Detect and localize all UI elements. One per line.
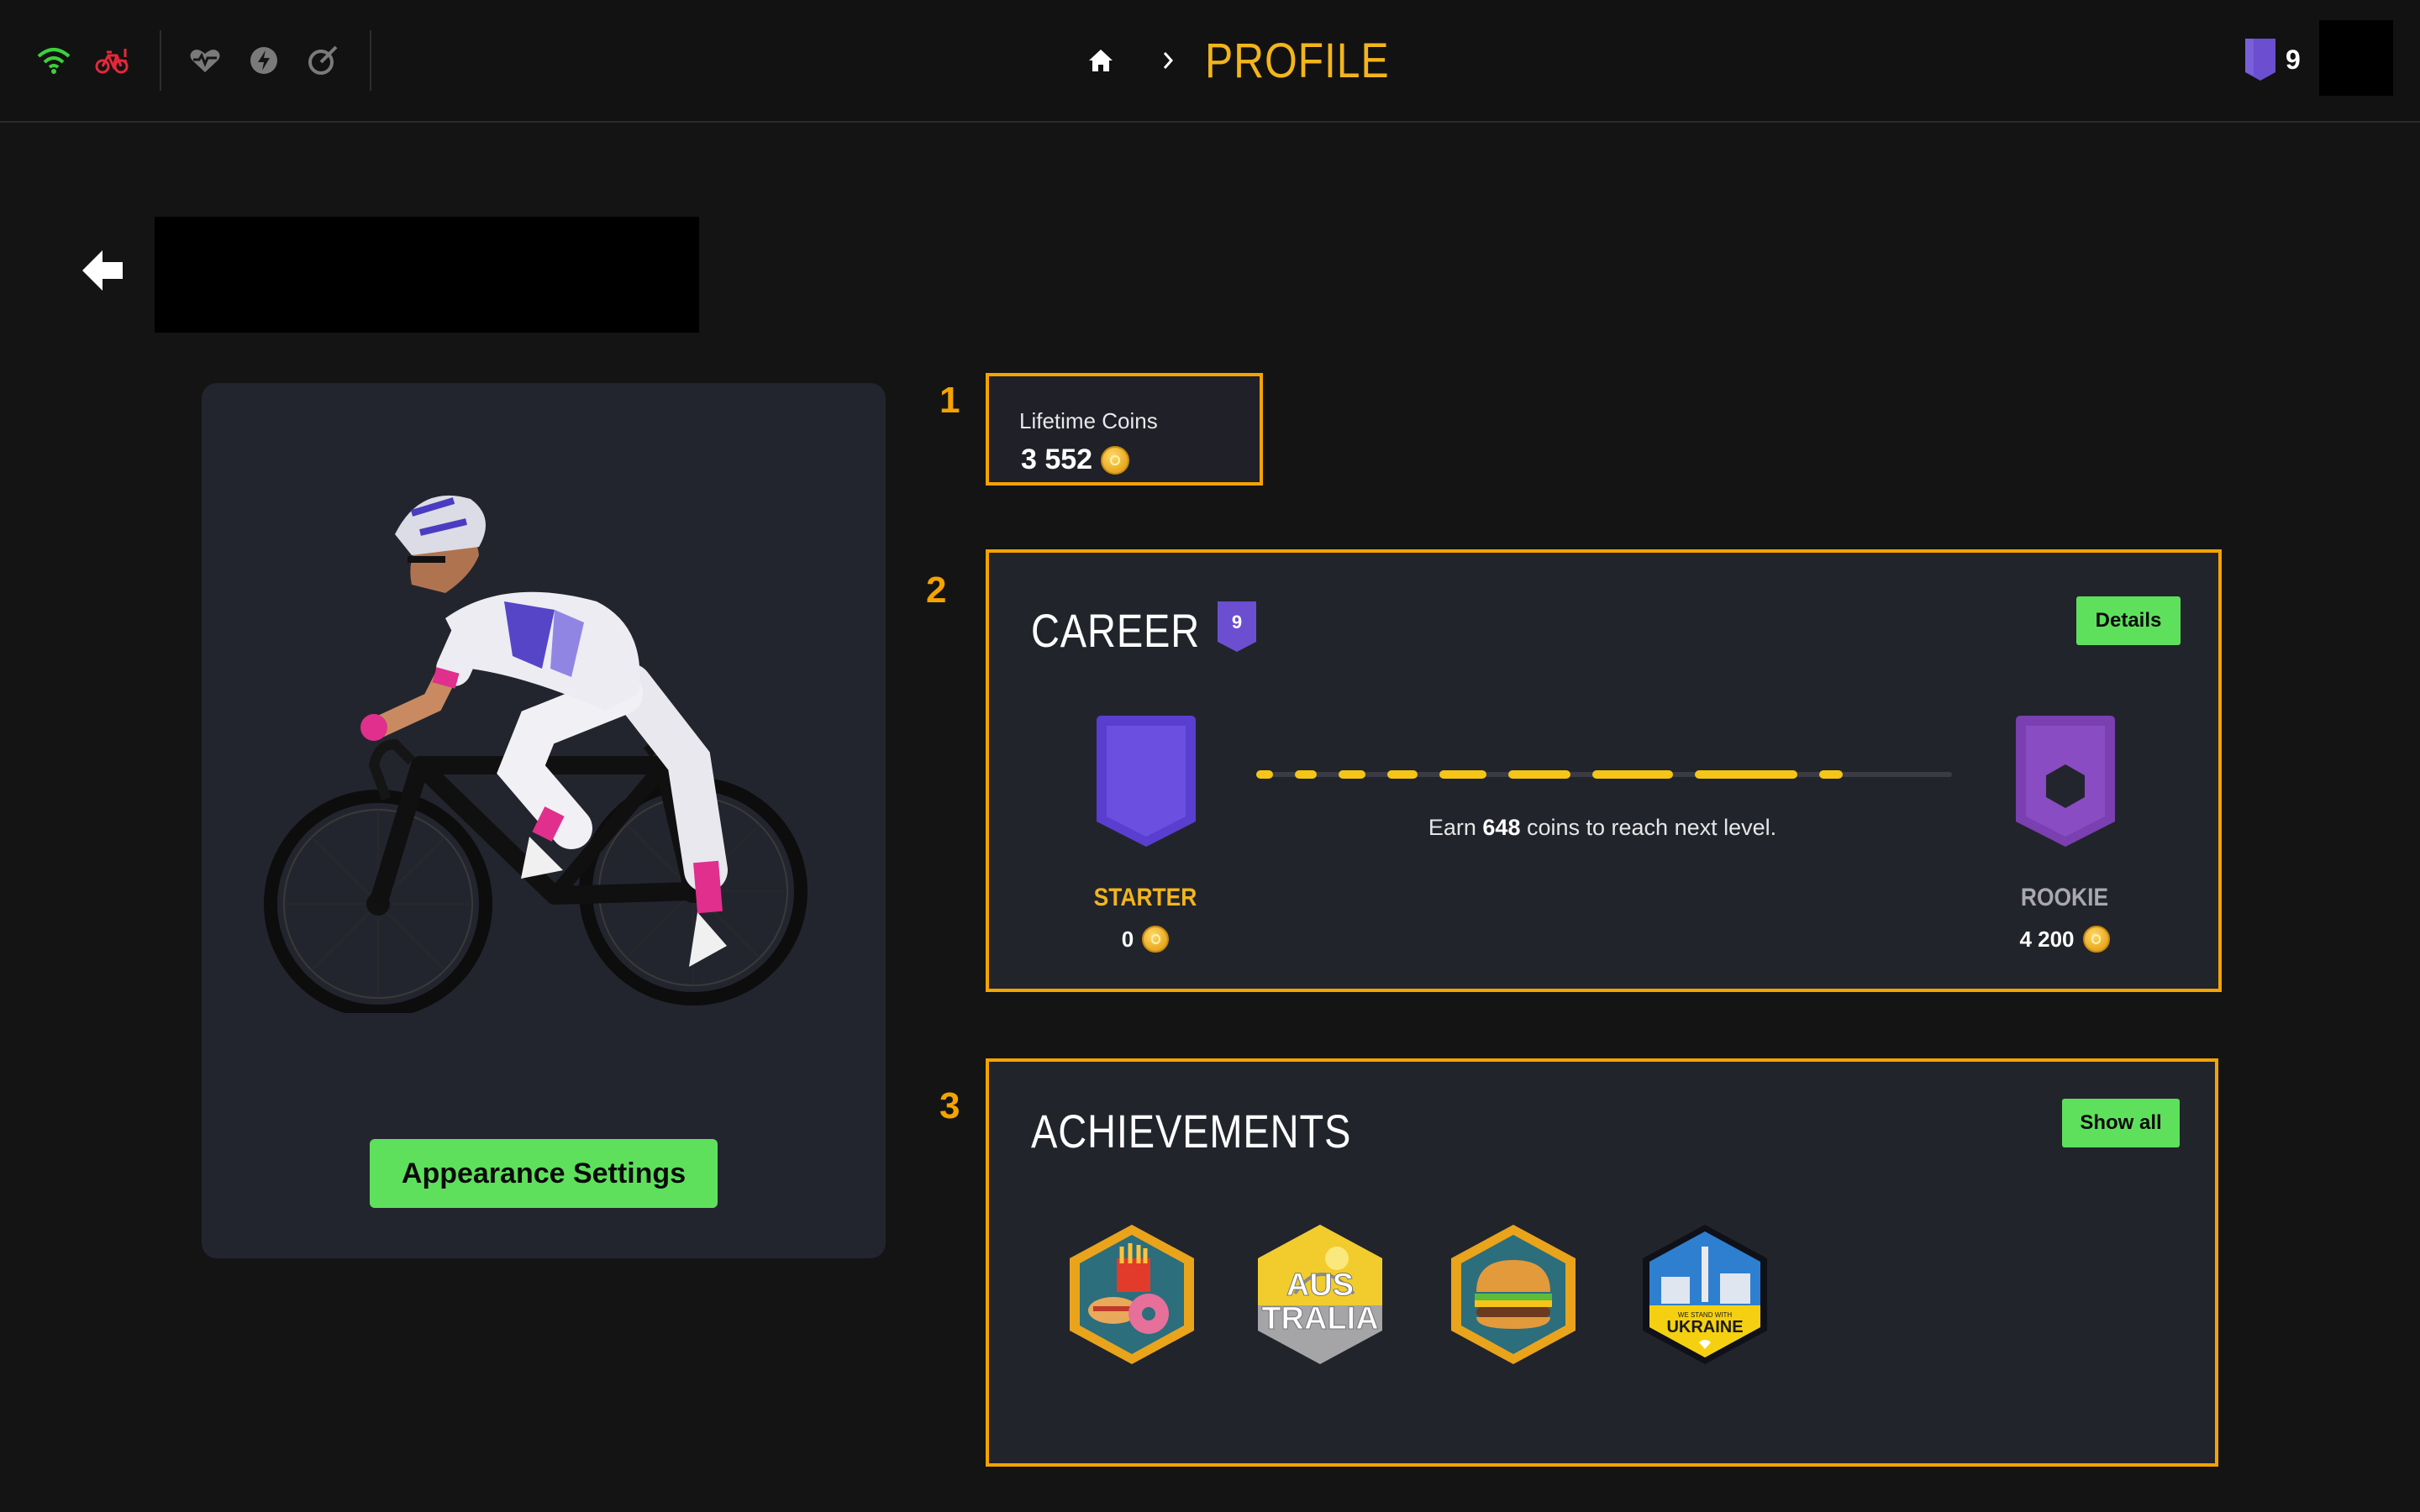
heart-rate-icon[interactable] [185, 40, 225, 81]
starter-coins-amount: 0 [1121, 926, 1134, 952]
burger-badge[interactable] [1446, 1221, 1581, 1368]
avatar[interactable] [2319, 20, 2393, 96]
progress-dash [1592, 770, 1673, 779]
earn-coins-text: Earn 648 coins to reach next level. [1241, 815, 1964, 841]
progress-dash [1695, 770, 1797, 779]
rookie-tier-name: ROOKIE [2020, 884, 2109, 911]
home-icon[interactable] [1084, 44, 1118, 77]
progress-dash [1387, 770, 1418, 779]
show-all-button[interactable]: Show all [2062, 1099, 2180, 1147]
progress-dash [1508, 770, 1570, 779]
chevron-right-icon [1151, 44, 1185, 77]
rookie-shield-icon [2012, 712, 2118, 850]
earn-suffix: coins to reach next level. [1520, 815, 1777, 840]
rookie-coins-amount: 4 200 [2019, 926, 2075, 952]
lifetime-coins-box: Lifetime Coins 3 552 [986, 373, 1263, 486]
australia-line1: AUS [1286, 1268, 1354, 1303]
bike-trainer-icon[interactable] [92, 40, 133, 81]
earn-amount: 648 [1482, 815, 1521, 840]
device-status [34, 30, 395, 91]
career-level-number: 9 [1231, 612, 1243, 633]
appearance-settings-button[interactable]: Appearance Settings [370, 1139, 718, 1208]
section-number-1: 1 [939, 380, 960, 421]
progress-dash [1295, 770, 1317, 779]
australia-line2: TRALIA [1261, 1301, 1378, 1336]
lifetime-coins-amount: 3 552 [1021, 444, 1093, 475]
wifi-icon[interactable] [34, 40, 74, 81]
progress-dash [1339, 770, 1365, 779]
progress-dash [1439, 770, 1486, 779]
lifetime-coins-value: 3 552 [1021, 444, 1130, 476]
divider [160, 30, 161, 91]
fast-food-badge[interactable] [1065, 1221, 1199, 1368]
details-button[interactable]: Details [2076, 596, 2181, 645]
cadence-icon[interactable] [302, 40, 343, 81]
rookie-tier-coins: 4 200 [1981, 926, 2149, 953]
earn-prefix: Earn [1428, 815, 1483, 840]
starter-shield-icon [1093, 712, 1199, 850]
career-progress-bar [1256, 770, 1952, 779]
ukraine-badge[interactable]: WE STAND WITH UKRAINE [1638, 1221, 1772, 1368]
career-panel: CAREER 9 Details STARTER 0 Earn 648 coin… [986, 549, 2222, 992]
progress-dash [1819, 770, 1843, 779]
power-icon[interactable] [244, 40, 284, 81]
australia-badge[interactable]: AUS TRALIA [1253, 1221, 1387, 1368]
rider-card: Appearance Settings [202, 383, 886, 1258]
level-indicator[interactable]: 9 [2244, 37, 2301, 82]
page-title: PROFILE [1205, 33, 1390, 88]
career-title: CAREER [1031, 604, 1201, 657]
level-number: 9 [2286, 44, 2301, 75]
achievements-panel: ACHIEVEMENTS Show all AUS TRALIA WE STAN… [986, 1058, 2218, 1467]
section-number-2: 2 [926, 570, 947, 611]
user-name-redacted [155, 217, 699, 333]
starter-tier-coins: 0 [1061, 926, 1229, 953]
coin-icon [1101, 445, 1130, 475]
rider-avatar-image [252, 475, 823, 1018]
ukraine-label: UKRAINE [1666, 1318, 1743, 1336]
starter-tier-name: STARTER [1093, 884, 1197, 911]
career-level-badge: 9 [1216, 600, 1258, 654]
progress-dash [1256, 770, 1273, 779]
coin-icon [1142, 926, 1170, 953]
achievements-title: ACHIEVEMENTS [1031, 1105, 1352, 1158]
level-shield-icon [2245, 39, 2275, 81]
section-number-3: 3 [939, 1085, 960, 1126]
coin-icon [2082, 926, 2110, 953]
lifetime-coins-label: Lifetime Coins [1019, 408, 1158, 433]
breadcrumb: PROFILE [1084, 30, 1419, 91]
top-bar: PROFILE 9 [0, 0, 2420, 123]
divider [370, 30, 371, 91]
back-arrow-icon[interactable] [77, 245, 128, 296]
